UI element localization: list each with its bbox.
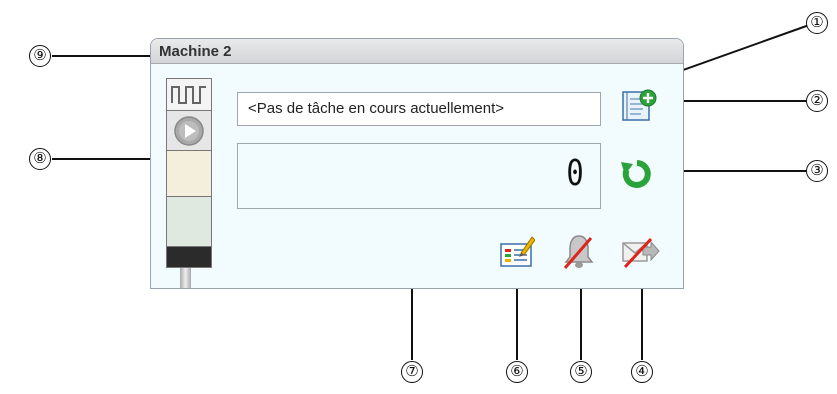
- message-forward-disabled-icon: [622, 237, 660, 269]
- edit-report-button[interactable]: [499, 233, 536, 269]
- callout-1: ①: [806, 12, 828, 34]
- play-segment: [167, 111, 211, 151]
- status-light-tower[interactable]: [166, 78, 212, 268]
- current-task-field[interactable]: <Pas de tâche en cours actuellement>: [237, 92, 601, 126]
- add-task-button[interactable]: [619, 88, 657, 124]
- message-disabled-button[interactable]: [621, 235, 661, 269]
- callout-2: ②: [806, 90, 828, 112]
- callout-5: ⑤: [570, 361, 592, 383]
- machine-name: Machine 2: [159, 43, 232, 60]
- black-base-segment: [167, 247, 211, 267]
- refresh-icon: [621, 160, 651, 188]
- panel-title-bar: Machine 2: [151, 39, 683, 64]
- pulse-icon: [171, 86, 206, 104]
- play-icon: [174, 116, 204, 146]
- callout-6: ⑥: [506, 361, 528, 383]
- counter-display: 0: [237, 143, 601, 209]
- bell-disabled-icon: [563, 235, 594, 269]
- machine-panel: Machine 2 <Pas de tâche en cours actuell…: [150, 38, 684, 289]
- green-light-segment: [167, 197, 211, 247]
- callout-8: ⑧: [29, 148, 51, 170]
- tower-pole: [180, 268, 191, 288]
- callout-3: ③: [806, 160, 828, 182]
- edit-report-icon: [500, 236, 536, 267]
- notebook-add-icon: [622, 89, 657, 121]
- callout-7: ⑦: [401, 361, 423, 383]
- refresh-button[interactable]: [619, 156, 655, 192]
- callout-9: ⑨: [29, 45, 51, 67]
- pulse-segment: [167, 79, 211, 111]
- callout-4: ④: [631, 361, 653, 383]
- alarm-disabled-button[interactable]: [561, 232, 597, 270]
- yellow-light-segment: [167, 151, 211, 197]
- counter-value: 0: [566, 153, 584, 194]
